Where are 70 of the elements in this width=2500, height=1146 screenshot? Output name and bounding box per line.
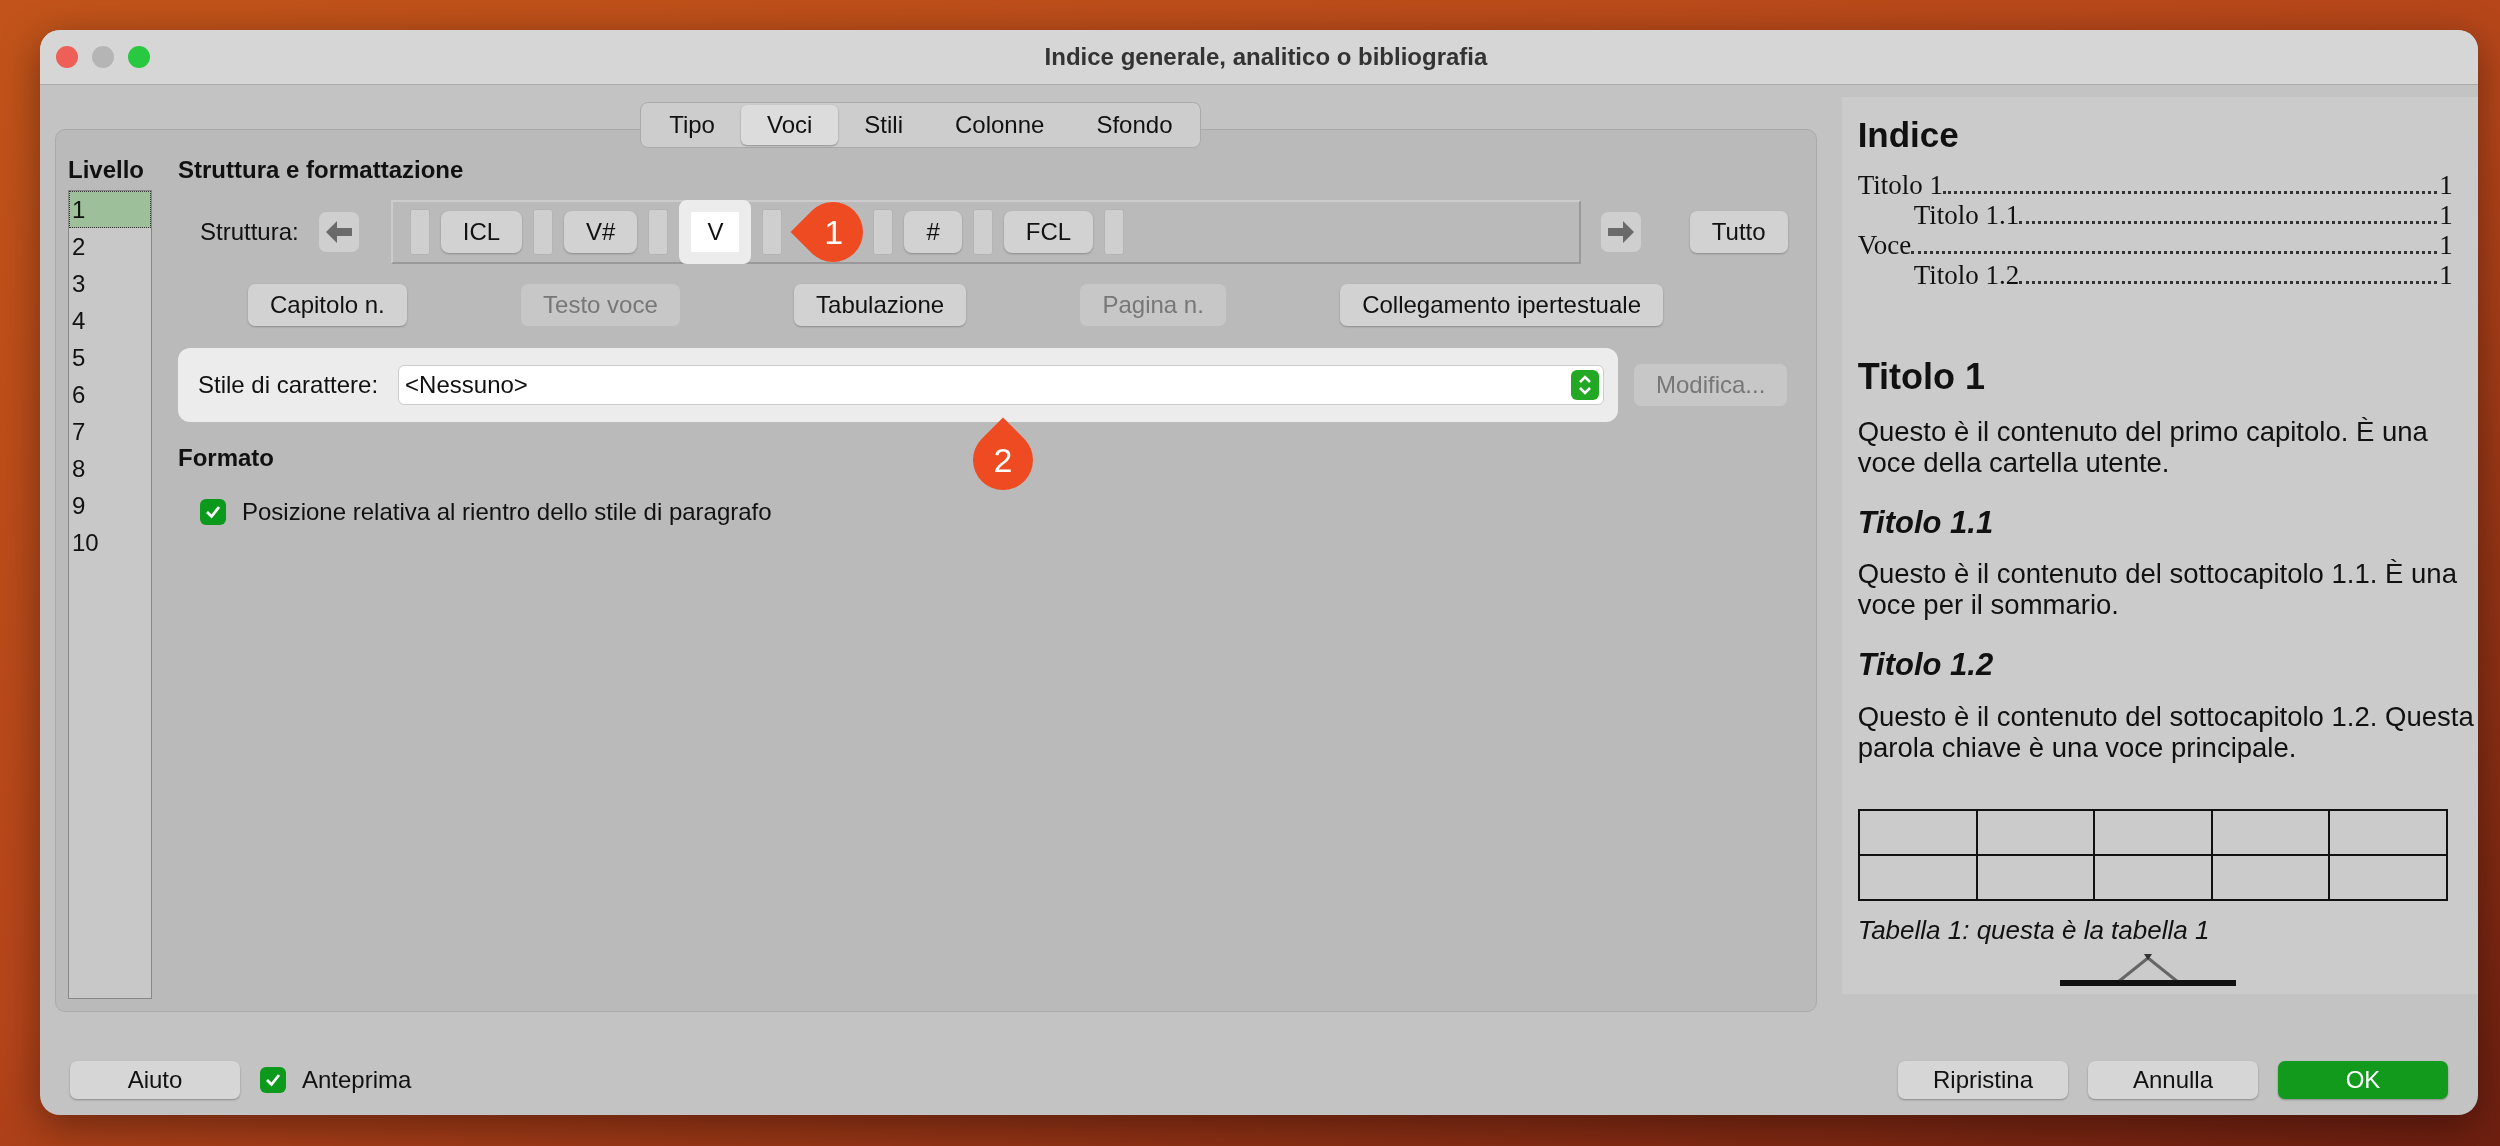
level-item[interactable]: 7 (69, 413, 151, 450)
tab[interactable]: Tipo (643, 105, 741, 145)
checkbox[interactable] (260, 1067, 286, 1093)
entry-slot[interactable] (533, 209, 554, 255)
levels-heading: Livello (68, 155, 146, 185)
level-item[interactable]: 10 (69, 524, 151, 561)
window-title: Indice generale, analitico o bibliografia (1043, 42, 1489, 72)
left-arrow-button[interactable] (318, 212, 359, 252)
close-button[interactable] (56, 46, 78, 68)
index-title: Indice (1857, 114, 1960, 156)
entry-slot[interactable] (873, 209, 894, 255)
left-arrow-icon (325, 221, 352, 243)
format-heading: Formato (178, 443, 274, 473)
heading: Titolo 1 (1857, 354, 1986, 399)
subheading: Titolo 1.2 (1857, 646, 1995, 684)
tab[interactable]: Colonne (929, 105, 1071, 145)
paragraph: Questo è il contenuto del primo capitolo. È una voce della cartella utente. (1857, 415, 2429, 478)
character-style-dropdown[interactable]: <Nessuno> (398, 365, 1604, 405)
structure-label: Struttura: (200, 217, 299, 247)
tab[interactable]: Stili (838, 105, 929, 145)
paragraph: Questo è il contenuto del sottocapitolo 1.2. Questa parola chiave è una voce principale. (1857, 700, 2475, 763)
dialog-button[interactable]: OK (2278, 1061, 2448, 1099)
level-item[interactable]: 3 (69, 265, 151, 302)
subheading: Titolo 1.1 (1857, 503, 1995, 542)
structure-token[interactable]: FCL (1003, 211, 1094, 253)
structure-token[interactable]: # (904, 211, 962, 253)
checkbox[interactable] (200, 499, 226, 525)
right-arrow-icon (1607, 221, 1634, 243)
entry-slot[interactable] (648, 209, 669, 255)
entry-slot[interactable] (762, 209, 783, 255)
tab[interactable]: Sfondo (1070, 105, 1199, 145)
level-item[interactable]: 6 (69, 376, 151, 413)
all-button[interactable]: Tutto (1689, 211, 1788, 253)
entry-slot[interactable] (1104, 209, 1125, 255)
minimize-button[interactable] (92, 46, 114, 68)
section-heading: Struttura e formattazione (178, 155, 465, 185)
toc-entry: Titolo 1.1 (1913, 199, 2020, 230)
insert-button[interactable]: Tabulazione (794, 284, 967, 326)
insert-button[interactable]: Capitolo n. (248, 284, 407, 326)
tab[interactable]: Voci (740, 105, 839, 145)
checkbox-label: Posizione relativa al rientro dello stile di paragrafo (242, 497, 772, 527)
help-button[interactable]: Aiuto (70, 1061, 240, 1099)
right-arrow-button[interactable] (1600, 212, 1641, 252)
level-item[interactable]: 1 (69, 191, 151, 228)
paragraph: Questo è il contenuto del sottocapitolo 1.1. È una voce per il sommario. (1857, 558, 2458, 620)
page-number: 1 (2439, 229, 2453, 260)
structure-token[interactable]: V# (564, 211, 638, 253)
page-number: 1 (2439, 199, 2453, 230)
structure-token[interactable]: ICL (440, 211, 523, 253)
character-style-label: Stile di carattere: (198, 370, 379, 400)
page-number: 1 (2439, 169, 2453, 200)
level-item[interactable]: 2 (69, 228, 151, 265)
checkbox-label: Anteprima (302, 1065, 412, 1095)
zoom-button[interactable] (128, 46, 150, 68)
table-caption: Tabella 1: questa è la tabella 1 (1857, 913, 2211, 947)
toc-entry: Titolo 1 (1857, 169, 1943, 200)
level-item[interactable]: 4 (69, 302, 151, 339)
page-number: 1 (2439, 259, 2453, 290)
toc-entry: Titolo 1.2 (1913, 259, 2020, 290)
structure-token[interactable]: V (679, 200, 752, 264)
toc-entry: Voce (1857, 229, 1912, 260)
stepper-icon (1571, 370, 1599, 400)
entry-slot[interactable] (972, 209, 993, 255)
dialog-button[interactable]: Ripristina (1898, 1061, 2068, 1099)
level-item[interactable]: 8 (69, 450, 151, 487)
insert-button[interactable]: Collegamento ipertestuale (1340, 284, 1663, 326)
dialog-button[interactable]: Annulla (2088, 1061, 2258, 1099)
level-item[interactable]: 9 (69, 487, 151, 524)
level-item[interactable]: 5 (69, 339, 151, 376)
entry-slot[interactable] (409, 209, 430, 255)
